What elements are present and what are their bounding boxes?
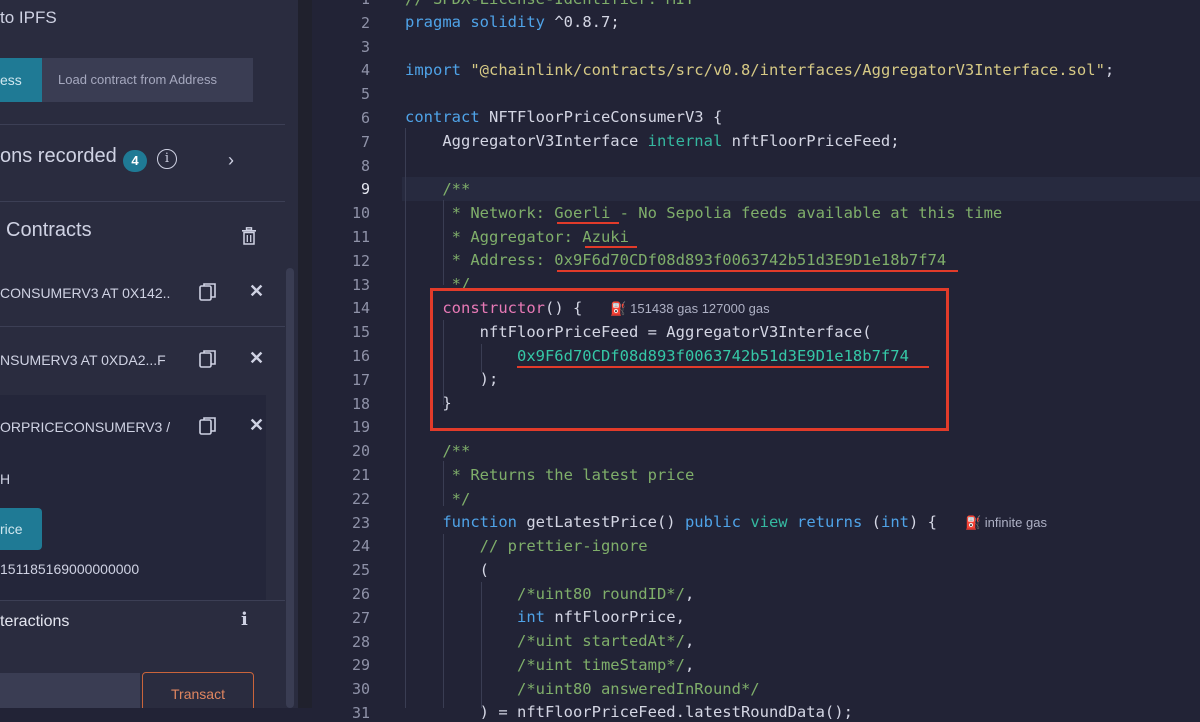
line-number: 23 — [351, 513, 370, 532]
panel-resize-handle[interactable] — [298, 0, 312, 708]
code-line-28: /*uint startedAt*/, — [516, 632, 695, 650]
code-line-10: * Network: Goerli - No Sepolia feeds ava… — [405, 204, 1003, 222]
code-line-22: */ — [405, 490, 471, 508]
code-line-23: function getLatestPrice() public view re… — [442, 513, 1047, 531]
at-address-button[interactable]: ess — [0, 58, 42, 102]
info-icon[interactable]: i — [241, 609, 248, 630]
deployed-contract-row[interactable]: CONSUMERV3 AT 0X142...3 ✕ — [0, 265, 285, 321]
chevron-right-icon[interactable]: › — [228, 150, 234, 171]
transact-button[interactable]: Transact — [142, 672, 254, 708]
divider — [0, 124, 285, 125]
transactions-count-badge: 4 — [123, 150, 147, 172]
close-icon[interactable]: ✕ — [249, 281, 264, 302]
annotation-underline-address — [557, 270, 958, 272]
line-number: 29 — [351, 656, 370, 675]
line-number: 13 — [351, 275, 370, 294]
code-line-29: /*uint timeStamp*/, — [516, 656, 695, 674]
close-icon[interactable]: ✕ — [249, 348, 264, 369]
copy-icon[interactable] — [199, 349, 217, 369]
code-line-30: /*uint80 answeredInRound*/ — [516, 680, 760, 698]
divider — [0, 201, 285, 202]
line-number: 21 — [351, 466, 370, 484]
contract-instance-label[interactable]: NSUMERV3 AT 0XDA2...F — [0, 352, 170, 368]
contract-instance-label[interactable]: ORPRICECONSUMERV3 / — [0, 419, 170, 435]
line-number: 16 — [351, 347, 370, 365]
line-number: 11 — [351, 228, 370, 246]
line-number: 26 — [351, 585, 370, 603]
annotation-underline-aggregator — [585, 246, 637, 248]
code-line-6: contract NFTFloorPriceConsumerV3 { — [405, 108, 723, 126]
line-number: 14 — [351, 299, 370, 318]
line-number: 17 — [351, 370, 370, 389]
line-number: 20 — [351, 442, 370, 461]
code-editor[interactable]: 1234567891011121314151617181920212223242… — [312, 0, 1200, 722]
transactions-recorded-label[interactable]: ons recorded — [0, 145, 117, 168]
code-line-2: pragma solidity ^0.8.7; — [405, 13, 620, 31]
code-line-7: AggregatorV3Interface internal nftFloorP… — [405, 132, 900, 150]
deployed-contracts-title: Contracts — [6, 219, 92, 241]
code-line-4: import "@chainlink/contracts/src/v0.8/in… — [405, 61, 1115, 79]
annotation-highlight-box — [430, 288, 949, 431]
line-number: 18 — [351, 394, 370, 413]
line-number-gutter: 1234567891011121314151617181920212223242… — [312, 0, 382, 722]
copy-icon[interactable] — [199, 416, 217, 436]
line-number: 4 — [360, 61, 370, 80]
code-line-9: /** — [405, 180, 471, 198]
line-number: 30 — [351, 680, 370, 699]
code-line-1: // SPDX-License-Identifier: MIT — [405, 0, 694, 8]
line-number: 7 — [360, 132, 370, 151]
line-number: 24 — [351, 537, 370, 556]
info-circle-icon[interactable]: i — [157, 149, 177, 169]
line-number: 15 — [351, 323, 370, 342]
line-number: 12 — [351, 251, 370, 270]
line-number: 5 — [360, 85, 370, 104]
code-line-11: * Aggregator: Azuki — [405, 228, 629, 246]
load-contract-address-input[interactable]: Load contract from Address — [42, 58, 253, 102]
code-line-27: int nftFloorPrice, — [516, 608, 685, 626]
balance-label: H — [0, 471, 11, 487]
line-number: 22 — [351, 489, 370, 508]
annotation-underline-network — [557, 222, 619, 224]
line-number: 3 — [360, 37, 370, 56]
active-line-highlight — [402, 177, 1200, 201]
trash-icon[interactable] — [241, 227, 257, 245]
calldata-input[interactable] — [0, 673, 140, 708]
line-number: 28 — [351, 632, 370, 651]
code-line-26: /*uint80 roundID*/, — [516, 585, 695, 603]
line-number: 10 — [351, 204, 370, 223]
code-line-21: * Returns the latest price — [405, 466, 695, 484]
line-number: 27 — [351, 608, 370, 627]
gas-pump-icon: ⛽ — [964, 515, 982, 530]
code-line-12: * Address: 0x9F6d70CDf08d893f0063742b51d… — [405, 251, 947, 269]
line-number: 1 — [312, 0, 370, 8]
get-latest-price-button[interactable]: rice — [0, 508, 42, 550]
line-number: 9 — [360, 180, 370, 199]
line-number: 8 — [360, 156, 370, 175]
deployed-contract-row-expanded[interactable]: ORPRICECONSUMERV3 / ✕ — [0, 399, 285, 455]
gas-estimate-function: ⛽ infinite gas — [964, 515, 1047, 530]
line-number: 31 — [351, 704, 370, 722]
deploy-run-panel: to IPFS ess Load contract from Address o… — [0, 0, 298, 708]
price-result-value: 151185169000000000 — [0, 561, 140, 577]
publish-to-ipfs-label[interactable]: to IPFS — [0, 8, 57, 28]
line-number: 6 — [360, 109, 370, 127]
code-line-20: /** — [405, 442, 471, 460]
low-level-interactions-title: teractions — [0, 613, 70, 630]
deployed-contract-row[interactable]: NSUMERV3 AT 0XDA2...F ✕ — [0, 332, 285, 388]
line-number: 19 — [351, 418, 370, 437]
divider — [0, 326, 285, 327]
code-line-25: ( — [405, 561, 489, 579]
copy-icon[interactable] — [199, 282, 217, 302]
scrollbar[interactable] — [286, 268, 294, 708]
code-line-31: ) = nftFloorPriceFeed.latestRoundData(); — [405, 703, 853, 721]
line-number: 2 — [360, 13, 370, 32]
close-icon[interactable]: ✕ — [249, 415, 264, 436]
code-line-24: // prettier-ignore — [405, 537, 648, 555]
contract-instance-label[interactable]: CONSUMERV3 AT 0X142...3 — [0, 285, 170, 301]
divider — [0, 600, 285, 601]
line-number: 25 — [351, 561, 370, 580]
